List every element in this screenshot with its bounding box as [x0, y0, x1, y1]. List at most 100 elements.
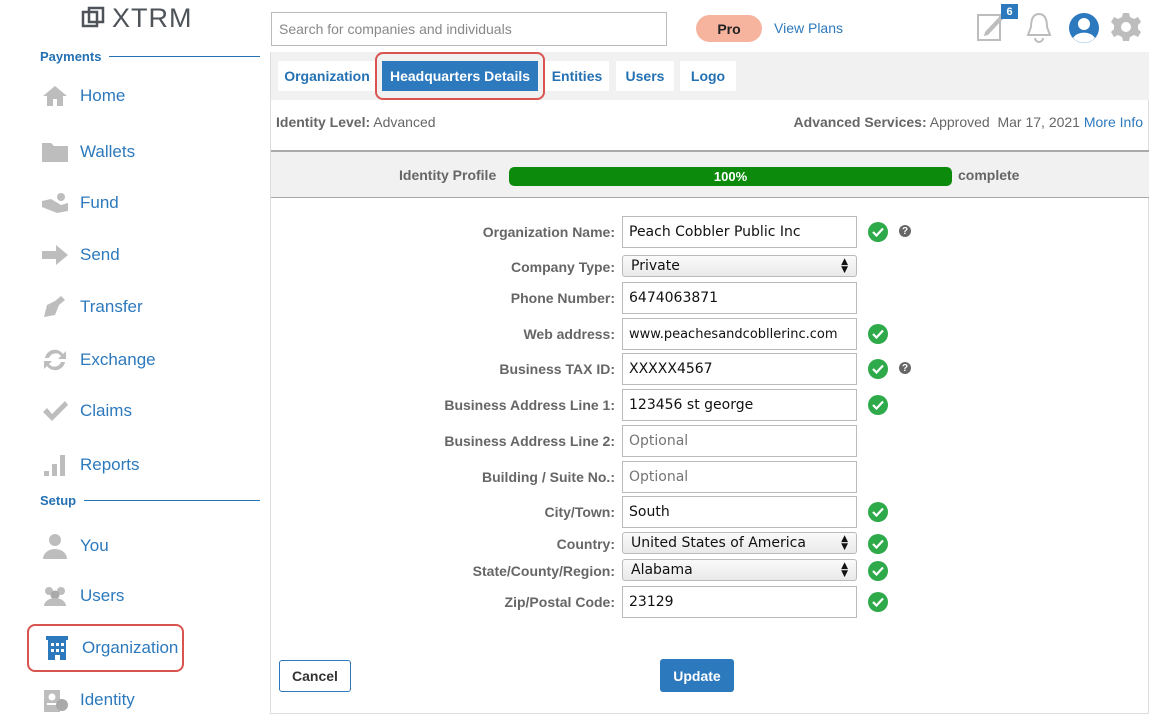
advanced-services: Advanced Services: Approved Mar 17, 2021…	[794, 114, 1143, 130]
sidebar-item-label: Organization	[82, 638, 179, 657]
country-select[interactable]: United States of America ▲ ▼	[622, 532, 857, 554]
sidebar-item-label: Identity	[80, 690, 135, 709]
field-label: City/Town:	[544, 504, 615, 520]
logo-text: XTRM	[112, 2, 193, 33]
cancel-button[interactable]: Cancel	[279, 660, 351, 692]
business-tax-id-field[interactable]	[622, 353, 857, 385]
sidebar-item-transfer[interactable]: Transfer	[40, 292, 143, 322]
sidebar-item-label: Transfer	[80, 297, 143, 316]
gear-icon[interactable]	[1110, 11, 1142, 48]
phone-number-field[interactable]	[622, 282, 857, 314]
update-button[interactable]: Update	[660, 659, 734, 692]
sidebar-item-claims[interactable]: Claims	[40, 396, 132, 426]
zip-code-field[interactable]	[622, 586, 857, 618]
company-type-select[interactable]: Private ▲ ▼	[622, 255, 857, 277]
valid-check-icon	[868, 324, 888, 344]
valid-check-icon	[868, 561, 888, 581]
select-arrows-icon: ▲ ▼	[841, 561, 848, 579]
valid-check-icon	[868, 534, 888, 554]
app-root: XTRM Payments Home Wallets Fund Send Tra…	[0, 0, 1168, 726]
identity-level-label: Identity Level:	[276, 114, 371, 130]
pro-badge[interactable]: Pro	[696, 15, 762, 42]
more-info-link[interactable]: More Info	[1084, 114, 1143, 130]
user-icon	[40, 531, 70, 561]
sidebar-item-send[interactable]: Send	[40, 240, 120, 270]
tab-bar: Organization Headquarters Details Entiti…	[271, 52, 1149, 100]
identity-profile-band: Identity Profile 100% complete	[271, 150, 1149, 198]
select-arrows-icon: ▲ ▼	[841, 257, 848, 275]
field-label: Business Address Line 2:	[444, 433, 615, 449]
identity-level: Identity Level: Advanced	[276, 114, 436, 130]
tab-label: Users	[625, 68, 665, 84]
tab-label: Logo	[690, 68, 726, 84]
help-icon[interactable]: ?	[899, 362, 911, 374]
sidebar-item-home[interactable]: Home	[40, 81, 125, 111]
tab-users[interactable]: Users	[616, 61, 674, 91]
bar-chart-icon	[40, 450, 70, 480]
users-icon	[40, 581, 70, 611]
arrow-right-icon	[40, 240, 70, 270]
tab-headquarters-details[interactable]: Headquarters Details	[382, 61, 538, 91]
form-row-web: Web address:	[271, 318, 1149, 350]
valid-check-icon	[868, 359, 888, 379]
search-input[interactable]	[271, 12, 667, 46]
help-icon[interactable]: ?	[899, 225, 911, 237]
sidebar-item-you[interactable]: You	[40, 531, 109, 561]
form-row-suite: Building / Suite No.:	[271, 461, 1149, 493]
state-select[interactable]: Alabama ▲ ▼	[622, 559, 857, 581]
field-label: Organization Name:	[482, 224, 615, 240]
tab-label: Headquarters Details	[389, 68, 531, 84]
address-line-2-field[interactable]	[622, 425, 857, 457]
sidebar-item-reports[interactable]: Reports	[40, 450, 140, 480]
id-icon	[40, 685, 70, 715]
transfer-icon	[40, 292, 70, 322]
valid-check-icon	[868, 222, 888, 242]
web-address-field[interactable]	[622, 318, 857, 350]
select-value: Alabama	[631, 562, 693, 578]
sidebar-item-label: Send	[80, 245, 120, 264]
sidebar: XTRM Payments Home Wallets Fund Send Tra…	[0, 0, 262, 726]
address-line-1-field[interactable]	[622, 389, 857, 421]
form-row-address-1: Business Address Line 1:	[271, 389, 1149, 421]
field-label: Web address:	[523, 326, 615, 342]
tab-label: Entities	[551, 68, 603, 84]
sidebar-item-users[interactable]: Users	[40, 581, 124, 611]
select-arrows-icon: ▲ ▼	[841, 534, 848, 552]
identity-level-value: Advanced	[373, 114, 436, 130]
sidebar-item-label: Reports	[80, 455, 140, 474]
avatar-icon[interactable]	[1068, 12, 1100, 49]
notes-badge: 6	[1001, 4, 1018, 19]
section-payments-label: Payments	[40, 49, 102, 64]
identity-profile-label: Identity Profile	[399, 167, 497, 183]
form-row-city: City/Town:	[271, 496, 1149, 528]
organization-name-field[interactable]	[622, 216, 857, 248]
sidebar-item-label: Home	[80, 86, 126, 105]
tab-logo[interactable]: Logo	[680, 61, 736, 91]
sidebar-item-wallets[interactable]: Wallets	[40, 137, 135, 167]
view-plans-link[interactable]: View Plans	[774, 20, 843, 36]
valid-check-icon	[868, 395, 888, 415]
field-label: State/County/Region:	[472, 563, 615, 579]
bell-icon[interactable]	[1024, 11, 1054, 48]
check-icon	[40, 396, 70, 426]
form-row-org-name: Organization Name: ?	[271, 216, 1149, 248]
sidebar-item-identity[interactable]: Identity	[40, 685, 135, 715]
tab-organization[interactable]: Organization	[278, 61, 376, 91]
tab-entities[interactable]: Entities	[545, 61, 609, 91]
sidebar-item-organization[interactable]: Organization	[27, 624, 184, 672]
field-label: Building / Suite No.:	[482, 469, 615, 485]
sidebar-item-label: Claims	[80, 401, 132, 420]
sidebar-item-label: Exchange	[80, 350, 156, 369]
complete-label: complete	[958, 167, 1020, 183]
sidebar-item-exchange[interactable]: Exchange	[40, 345, 156, 375]
field-label: Business Address Line 1:	[444, 397, 615, 413]
sidebar-item-label: You	[80, 536, 109, 555]
section-setup-label: Setup	[40, 493, 77, 508]
sidebar-item-fund[interactable]: Fund	[40, 188, 119, 218]
building-suite-field[interactable]	[622, 461, 857, 493]
valid-check-icon	[868, 592, 888, 612]
tab-label: Organization	[284, 68, 370, 84]
xtrm-logo[interactable]: XTRM	[80, 3, 193, 33]
city-field[interactable]	[622, 496, 857, 528]
form-row-company-type: Company Type: Private ▲ ▼	[271, 251, 1149, 283]
